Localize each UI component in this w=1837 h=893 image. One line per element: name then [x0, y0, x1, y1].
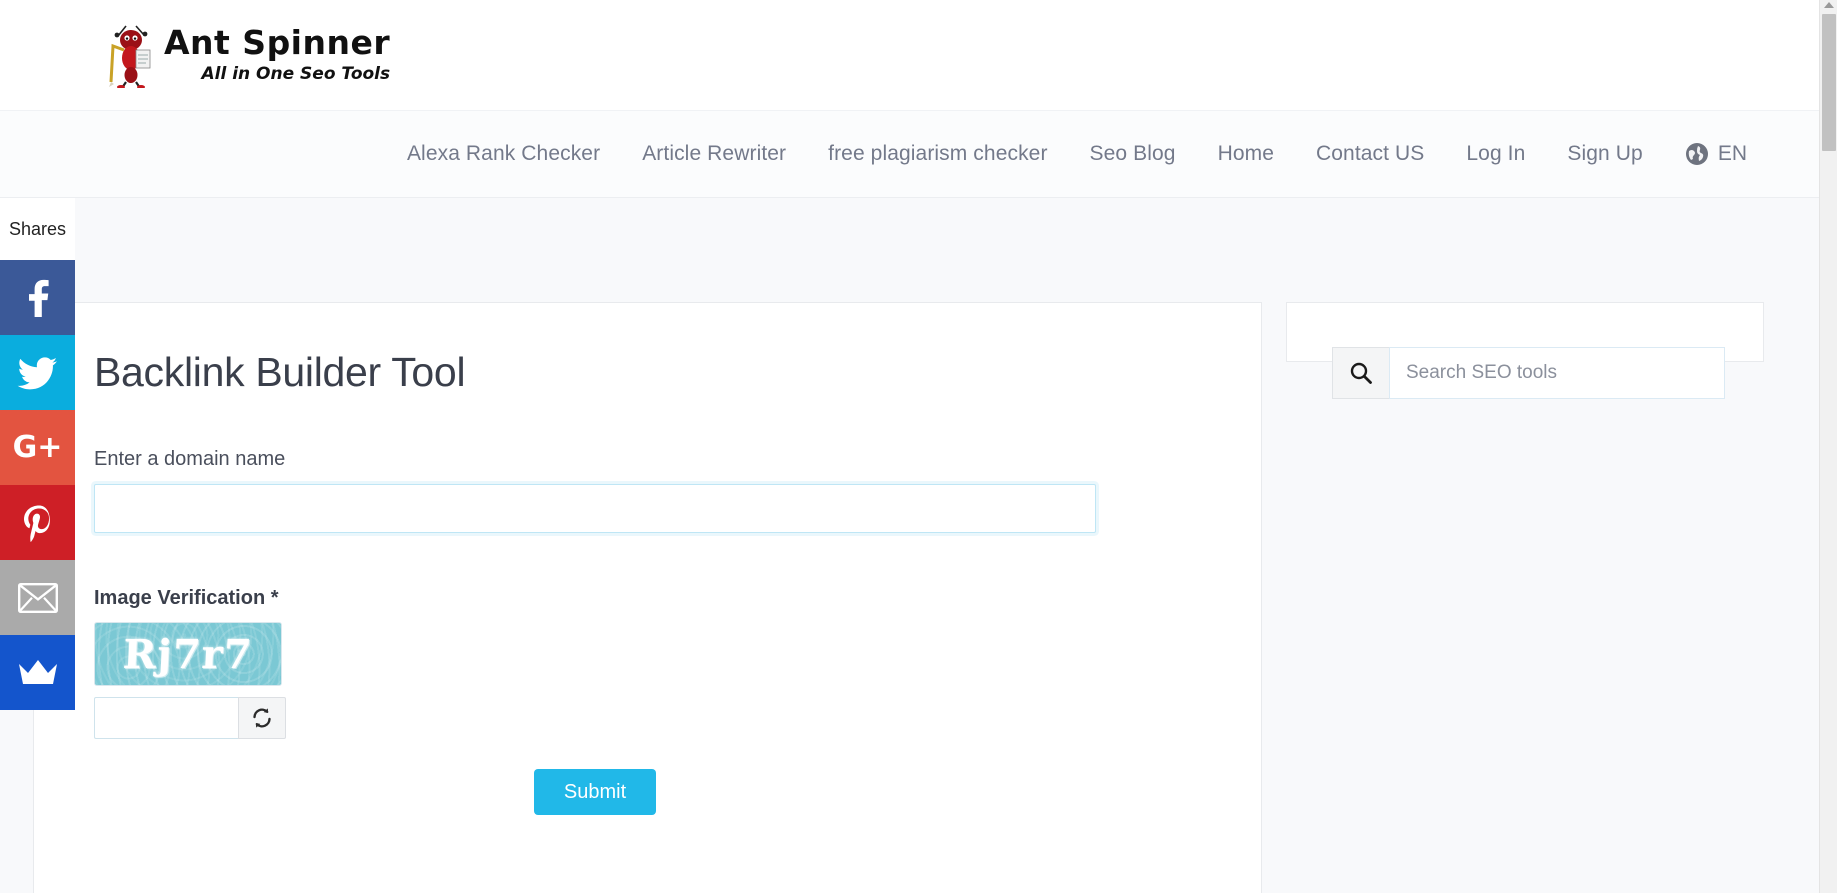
nav-home[interactable]: Home	[1197, 142, 1295, 166]
page-scrollbar[interactable]	[1819, 0, 1837, 893]
scroll-up-arrow-icon[interactable]	[1824, 2, 1834, 8]
nav-sign-up[interactable]: Sign Up	[1546, 142, 1663, 166]
submit-row: Submit	[94, 769, 1096, 816]
refresh-icon	[253, 708, 271, 728]
social-share-rail: Shares G+	[0, 198, 75, 710]
language-label: EN	[1717, 142, 1747, 165]
domain-field-label: Enter a domain name	[94, 448, 286, 471]
nav-contact-us[interactable]: Contact US	[1295, 142, 1445, 166]
share-google-plus-button[interactable]: G+	[0, 410, 75, 485]
email-icon	[17, 582, 58, 613]
facebook-icon	[28, 279, 49, 317]
scrollbar-thumb[interactable]	[1822, 14, 1836, 151]
nav-seo-blog[interactable]: Seo Blog	[1069, 142, 1197, 166]
image-verification-label: Image Verification *	[94, 587, 279, 610]
page-title: Backlink Builder Tool	[94, 349, 466, 395]
crown-icon	[18, 659, 57, 684]
captcha-text: Rj7r7	[122, 630, 254, 678]
submit-button[interactable]: Submit	[533, 769, 657, 816]
twitter-icon	[17, 356, 57, 389]
captcha-refresh-button[interactable]	[238, 697, 286, 740]
captcha-input[interactable]	[94, 697, 238, 740]
site-header: Ant Spinner All in One Seo Tools	[0, 0, 1819, 110]
logo-wordmark: Ant Spinner All in One Seo Tools	[164, 20, 390, 85]
main-navigation: Alexa Rank Checker Article Rewriter free…	[0, 110, 1819, 198]
share-sumome-button[interactable]	[0, 635, 75, 710]
nav-alexa-rank-checker[interactable]: Alexa Rank Checker	[386, 142, 621, 166]
globe-icon	[1685, 143, 1708, 165]
nav-log-in[interactable]: Log In	[1445, 142, 1546, 166]
share-facebook-button[interactable]	[0, 260, 75, 335]
search-input[interactable]	[1389, 347, 1725, 399]
language-selector[interactable]: EN	[1664, 142, 1757, 166]
logo-tagline: All in One Seo Tools	[201, 64, 391, 84]
shares-label: Shares	[0, 198, 75, 260]
domain-input[interactable]	[94, 484, 1096, 534]
tool-card: Backlink Builder Tool Enter a domain nam…	[33, 302, 1262, 893]
logo-name: Ant Spinner	[164, 23, 391, 62]
share-pinterest-button[interactable]	[0, 485, 75, 560]
captcha-image: Rj7r7	[94, 622, 282, 687]
share-twitter-button[interactable]	[0, 335, 75, 410]
search-icon	[1350, 362, 1372, 384]
nav-free-plagiarism-checker[interactable]: free plagiarism checker	[807, 142, 1068, 166]
ant-mascot-icon	[109, 25, 151, 88]
pinterest-icon	[23, 505, 50, 542]
google-plus-icon: G+	[12, 429, 63, 465]
seo-tools-search	[1332, 347, 1725, 399]
page-root: Ant Spinner All in One Seo Tools Alexa R…	[0, 0, 1837, 893]
site-logo[interactable]: Ant Spinner All in One Seo Tools	[106, 20, 426, 92]
nav-article-rewriter[interactable]: Article Rewriter	[621, 142, 807, 166]
search-button[interactable]	[1332, 347, 1389, 399]
share-email-button[interactable]	[0, 560, 75, 635]
captcha-entry-row	[94, 697, 286, 740]
